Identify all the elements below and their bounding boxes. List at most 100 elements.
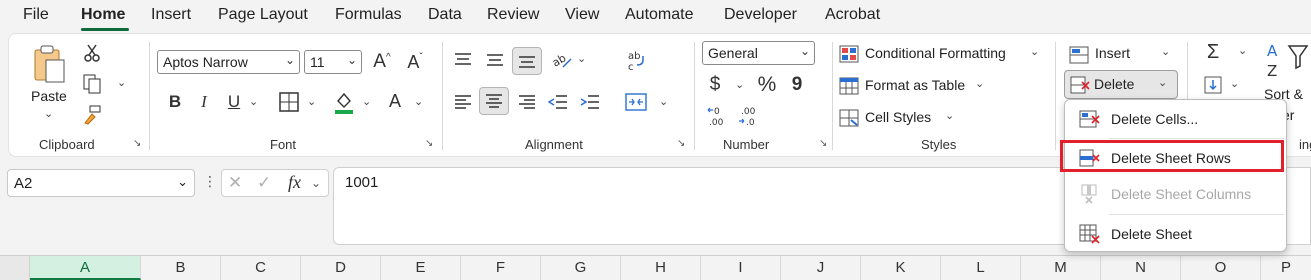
column-header-e[interactable]: E — [381, 256, 461, 280]
wrap-text-icon[interactable]: ab c — [623, 48, 649, 74]
delete-sheet-menu-item[interactable]: Delete Sheet — [1065, 217, 1286, 251]
cell-styles-button[interactable]: Cell Styles ⌄ — [839, 106, 969, 132]
italic-button[interactable]: I — [193, 90, 215, 114]
middle-align-icon[interactable] — [483, 48, 507, 72]
underline-chevron-icon[interactable]: ⌄ — [249, 95, 258, 108]
underline-button[interactable]: U — [223, 90, 245, 114]
conditional-formatting-icon — [839, 45, 859, 63]
alignment-launcher-icon[interactable]: ↘ — [677, 139, 687, 149]
menu-file[interactable]: File — [23, 6, 49, 24]
comma-style-button[interactable]: 9 — [789, 72, 805, 98]
borders-chevron-icon[interactable]: ⌄ — [307, 95, 316, 108]
number-launcher-icon[interactable]: ↘ — [819, 139, 829, 149]
align-center-icon[interactable] — [479, 87, 509, 115]
menu-page-layout[interactable]: Page Layout — [218, 6, 308, 24]
font-family-combo[interactable]: Aptos Narrow ⌄ — [157, 50, 300, 74]
chevron-down-icon: ⌄ — [799, 44, 810, 58]
active-tab-underline — [81, 28, 129, 31]
insert-function-button[interactable]: fx — [288, 172, 301, 193]
currency-button[interactable]: $ — [705, 72, 725, 98]
enter-icon[interactable]: ✓ — [257, 173, 271, 193]
column-header-m[interactable]: M — [1021, 256, 1101, 280]
menu-insert[interactable]: Insert — [151, 6, 191, 24]
paste-label[interactable]: Paste — [31, 88, 67, 104]
autosum-icon[interactable]: Σ — [1202, 40, 1224, 64]
column-header-j[interactable]: J — [781, 256, 861, 280]
merge-center-icon[interactable] — [623, 90, 649, 114]
decrease-decimal-icon[interactable]: .00.0 — [736, 104, 762, 128]
format-painter-icon[interactable] — [81, 104, 103, 126]
bold-button[interactable]: B — [164, 90, 186, 114]
more-options-icon[interactable]: ⋮ — [203, 173, 217, 190]
column-header-o[interactable]: O — [1181, 256, 1261, 280]
number-group-label: Number — [723, 137, 770, 152]
delete-cells-button[interactable]: Delete ⌄ — [1064, 70, 1178, 99]
increase-indent-icon[interactable] — [578, 90, 602, 114]
borders-icon[interactable] — [277, 90, 301, 114]
chevron-down-icon[interactable]: ⌄ — [311, 176, 321, 190]
menu-data[interactable]: Data — [428, 6, 462, 24]
percent-button[interactable]: % — [755, 72, 779, 98]
menu-developer[interactable]: Developer — [724, 6, 797, 24]
column-header-p[interactable]: P — [1261, 256, 1311, 280]
copy-icon[interactable] — [81, 73, 103, 95]
delete-sheet-columns-menu-item: Delete Sheet Columns — [1065, 177, 1286, 211]
column-header-f[interactable]: F — [461, 256, 541, 280]
grow-font-button[interactable]: A ^ — [369, 50, 395, 74]
chevron-down-icon: ⌄ — [346, 53, 357, 67]
name-box[interactable]: A2 ⌄ — [7, 169, 195, 197]
column-header-b[interactable]: B — [141, 256, 221, 280]
divider — [442, 42, 443, 150]
menu-review[interactable]: Review — [487, 6, 539, 24]
clipboard-launcher-icon[interactable]: ↘ — [133, 139, 143, 149]
fill-chevron-icon[interactable]: ⌄ — [1230, 77, 1239, 90]
increase-decimal-icon[interactable]: 0.00 — [705, 104, 731, 128]
fill-color-chevron-icon[interactable]: ⌄ — [362, 95, 371, 108]
menu-home[interactable]: Home — [81, 6, 125, 24]
column-header-c[interactable]: C — [221, 256, 301, 280]
align-left-icon[interactable] — [451, 90, 475, 114]
font-size-combo[interactable]: 11 ⌄ — [304, 50, 362, 74]
column-header-l[interactable]: L — [941, 256, 1021, 280]
orientation-icon[interactable]: ab — [549, 48, 575, 72]
copy-chevron-icon[interactable]: ⌄ — [117, 76, 126, 89]
bottom-align-icon[interactable] — [512, 47, 542, 75]
conditional-formatting-button[interactable]: Conditional Formatting ⌄ — [839, 42, 1049, 68]
column-header-n[interactable]: N — [1101, 256, 1181, 280]
column-header-a[interactable]: A — [30, 256, 141, 280]
shrink-font-button[interactable]: Aˇ — [402, 50, 428, 74]
align-right-icon[interactable] — [515, 90, 539, 114]
paste-icon[interactable] — [29, 42, 69, 86]
delete-cells-menu-item[interactable]: Delete Cells... — [1065, 102, 1286, 136]
menu-formulas[interactable]: Formulas — [335, 6, 402, 24]
fill-icon[interactable] — [1202, 74, 1224, 96]
insert-cells-button[interactable]: Insert ⌄ — [1067, 42, 1177, 68]
font-launcher-icon[interactable]: ↘ — [425, 139, 435, 149]
decrease-indent-icon[interactable] — [546, 90, 570, 114]
currency-chevron-icon[interactable]: ⌄ — [735, 78, 744, 91]
column-header-h[interactable]: H — [621, 256, 701, 280]
cancel-icon[interactable]: ✕ — [228, 173, 242, 193]
font-color-chevron-icon[interactable]: ⌄ — [414, 95, 423, 108]
sort-filter-icon[interactable]: AZ — [1265, 40, 1311, 80]
menu-acrobat[interactable]: Acrobat — [825, 6, 880, 24]
shrink-font-icon: A — [407, 51, 420, 72]
column-header-i[interactable]: I — [701, 256, 781, 280]
grow-font-icon: A — [373, 51, 386, 72]
cut-icon[interactable] — [81, 42, 103, 64]
autosum-chevron-icon[interactable]: ⌄ — [1238, 44, 1247, 57]
format-as-table-button[interactable]: Format as Table ⌄ — [839, 74, 999, 100]
column-header-k[interactable]: K — [861, 256, 941, 280]
fill-color-icon[interactable] — [331, 90, 357, 116]
number-format-combo[interactable]: General ⌄ — [702, 41, 815, 65]
menu-automate[interactable]: Automate — [625, 6, 693, 24]
select-all-corner[interactable] — [0, 256, 30, 280]
font-color-button[interactable]: A — [384, 88, 406, 114]
menu-view[interactable]: View — [565, 6, 599, 24]
paste-chevron-icon[interactable]: ⌄ — [44, 107, 53, 120]
column-header-g[interactable]: G — [541, 256, 621, 280]
top-align-icon[interactable] — [451, 48, 475, 72]
column-header-d[interactable]: D — [301, 256, 381, 280]
orientation-chevron-icon[interactable]: ⌄ — [577, 52, 586, 65]
merge-chevron-icon[interactable]: ⌄ — [659, 95, 668, 108]
